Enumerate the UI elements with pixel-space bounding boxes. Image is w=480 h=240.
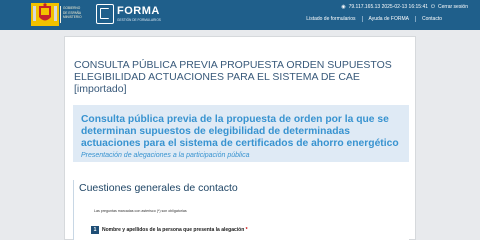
globe-icon: ◉ [341,3,346,10]
section-bar [73,180,74,240]
section-contact: Cuestiones generales de contacto Las pre… [73,173,409,240]
gov-line-3: MINISTERIO [63,15,82,20]
question-number: 1 [91,226,99,234]
form-intro-box: Consulta pública previa de la propuesta … [73,105,409,162]
top-header: GOBIERNO DE ESPAÑA MINISTERIO FORMA GEST… [0,0,480,30]
form-heading: CONSULTA PÚBLICA PREVIA PROPUESTA ORDEN … [74,59,392,95]
required-star: * [245,227,248,233]
nav-contact[interactable]: Contacto [414,16,448,22]
coat-of-arms-icon [31,3,59,26]
forma-logo-title[interactable]: FORMA [117,5,160,17]
question-label: Nombre y apellidos de la persona que pre… [102,227,248,233]
intro-subtitle: Presentación de alegaciones a la partici… [81,152,250,159]
question-1: 1 Nombre y apellidos de la persona que p… [91,226,248,234]
forma-logo-icon[interactable] [96,4,114,24]
logout-icon[interactable]: ⏻ [431,4,435,10]
required-note: Las preguntas marcadas con asterisco (*)… [94,209,187,213]
section-title: Cuestiones generales de contacto [79,182,238,194]
nav-form-list[interactable]: Listado de formularios [300,16,361,22]
government-label: GOBIERNO DE ESPAÑA MINISTERIO [60,6,86,23]
nav-help[interactable]: Ayuda de FORMA [361,16,415,22]
logout-link[interactable]: Cerrar sesión [438,4,468,10]
session-info: 79.117.165.13 2025-02-13 16:15:41 [348,3,429,10]
main-nav: Listado de formularios Ayuda de FORMA Co… [300,16,448,22]
forma-logo-subtitle: GESTIÓN DE FORMULARIOS [117,18,161,22]
form-card: CONSULTA PÚBLICA PREVIA PROPUESTA ORDEN … [64,36,416,240]
question-text: Nombre y apellidos de la persona que pre… [102,227,245,233]
intro-title: Consulta pública previa de la propuesta … [81,114,399,149]
session-bar: ◉ 79.117.165.13 2025-02-13 16:15:41 ⏻ Ce… [341,2,468,11]
